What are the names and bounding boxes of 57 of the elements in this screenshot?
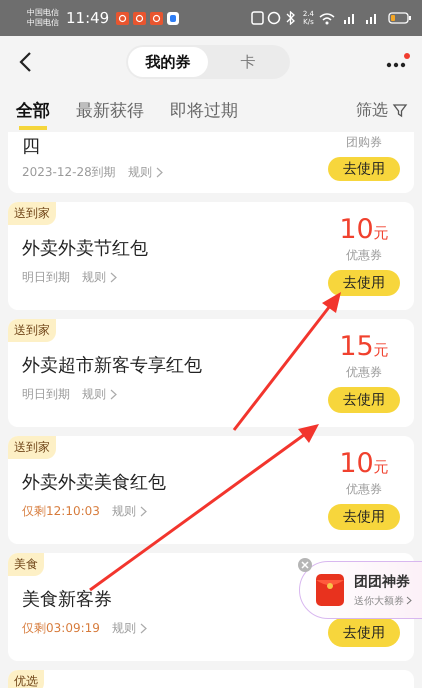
use-button[interactable]: 去使用 — [328, 618, 400, 647]
use-button[interactable]: 去使用 — [328, 387, 400, 413]
segment-tab[interactable]: 我的券 — [128, 47, 208, 77]
rules-link[interactable]: 规则 — [82, 386, 117, 403]
coupon-type: 优惠券 — [346, 481, 382, 498]
expiry-text: 仅剩03:09:19 — [22, 620, 100, 637]
funnel-icon — [392, 102, 408, 118]
expiry-text: 仅剩12:10:03 — [22, 503, 100, 520]
chevron-icon — [406, 596, 412, 605]
category-tag: 美食 — [8, 553, 44, 576]
coupon-amount: 10元 — [339, 216, 389, 247]
coupon-title: 美食新客券 — [22, 588, 113, 611]
category-tag: 优选 — [8, 670, 44, 688]
expiry-text: 2023-12-28到期 — [22, 164, 116, 181]
rules-link[interactable]: 规则 — [112, 503, 147, 520]
carrier-label: 中国电信 — [27, 18, 59, 28]
segment-tab[interactable]: 卡 — [208, 47, 288, 77]
clock-time: 11:49 — [66, 9, 110, 27]
app-notification-icon — [167, 12, 180, 24]
category-tag: 送到家 — [8, 319, 56, 342]
coupon-title: 外卖外卖美食红包 — [22, 471, 167, 494]
promo-subtitle: 送你大额券 — [354, 594, 412, 608]
use-button[interactable]: 去使用 — [328, 504, 400, 530]
app-notification-icon — [133, 12, 146, 24]
coupon-title: 外卖外卖节红包 — [22, 237, 149, 260]
chevron-icon — [110, 272, 117, 283]
use-button[interactable]: 去使用 — [328, 157, 400, 181]
app-notification-icon — [150, 12, 164, 24]
category-tag: 送到家 — [8, 202, 56, 225]
promo-banner[interactable]: 团团神券 送你大额券 — [299, 561, 422, 619]
chevron-icon — [140, 506, 147, 517]
coupon-amount: 10元 — [339, 450, 389, 481]
filter-tab[interactable]: 即将过期 — [170, 88, 238, 132]
coupon-amount: 15元 — [339, 333, 389, 364]
promo-title: 团团神券 — [354, 572, 411, 590]
rules-link[interactable]: 规则 — [128, 164, 163, 181]
coupon-type: 优惠券 — [346, 364, 382, 381]
use-button[interactable]: 去使用 — [328, 270, 400, 296]
coupon-title: 外卖超市新客专享红包 — [22, 354, 203, 377]
expiry-text: 明日到期 — [22, 386, 70, 403]
chevron-icon — [140, 623, 147, 634]
app-notification-icon — [116, 12, 130, 24]
envelope-icon — [314, 572, 346, 608]
coupon-type: 团购券 — [346, 134, 382, 151]
carrier-label: 中国电信 — [27, 8, 59, 18]
category-tag: 送到家 — [8, 436, 56, 459]
rules-link[interactable]: 规则 — [112, 620, 147, 637]
battery-icon — [388, 11, 412, 25]
chevron-icon — [110, 389, 117, 400]
coupon-title: 四 — [22, 135, 41, 158]
expiry-text: 明日到期 — [22, 269, 70, 286]
coupon-type: 优惠券 — [346, 247, 382, 264]
rules-link[interactable]: 规则 — [82, 269, 117, 286]
back-button[interactable] — [18, 51, 32, 73]
chevron-icon — [156, 167, 163, 178]
filter-button[interactable]: 筛选 — [356, 100, 408, 120]
filter-tab[interactable]: 最新获得 — [76, 88, 144, 132]
